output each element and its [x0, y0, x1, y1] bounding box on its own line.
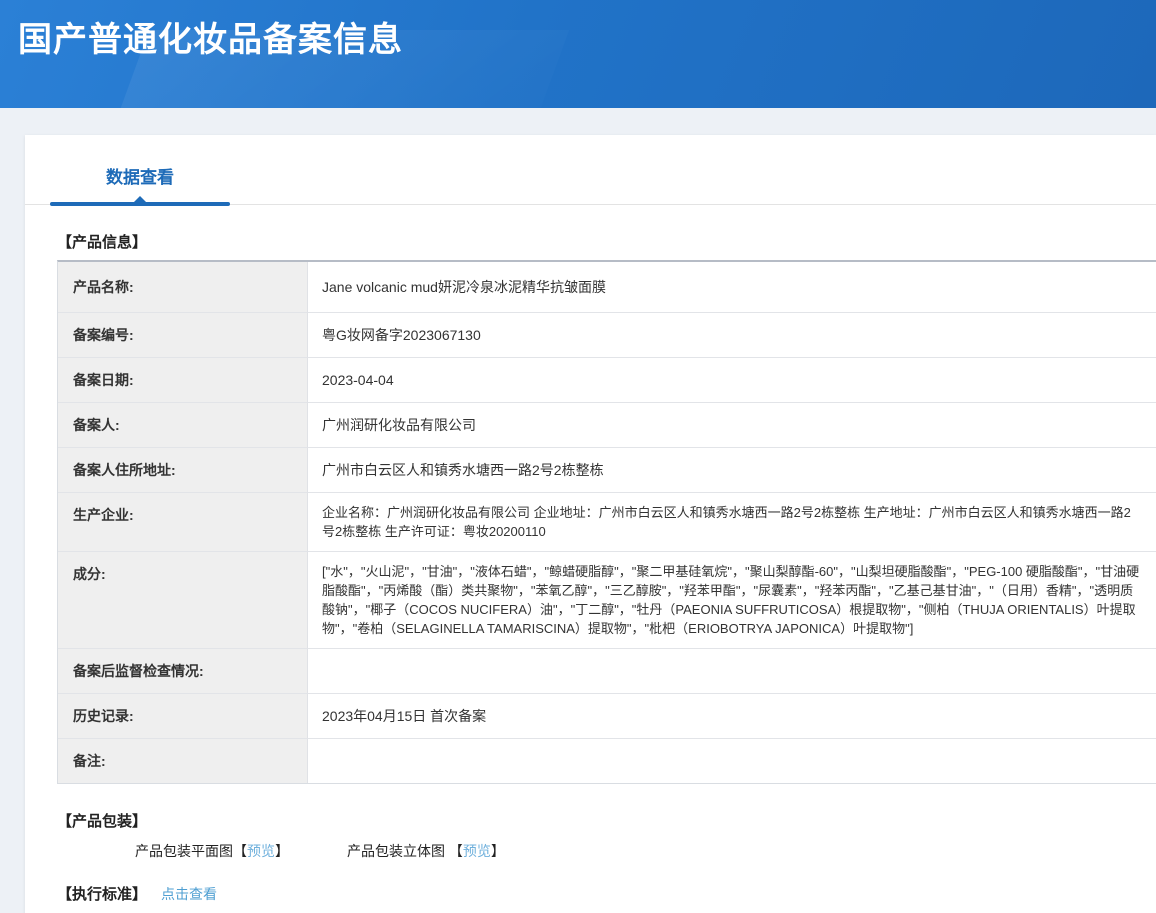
content-card: 数据查看 【产品信息】 产品名称: Jane volcanic mud妍泥冷泉冰…: [25, 135, 1156, 913]
packaging-links-row: 产品包装平面图【预览】 产品包装立体图 【预览】: [135, 841, 1156, 861]
row-label: 历史记录:: [58, 693, 308, 738]
product-info-table: 产品名称: Jane volcanic mud妍泥冷泉冰泥精华抗皱面膜 备案编号…: [57, 260, 1156, 784]
row-label: 备案人:: [58, 402, 308, 447]
row-label: 备注:: [58, 738, 308, 783]
row-label: 备案日期:: [58, 357, 308, 402]
row-value: [308, 648, 1156, 693]
table-row-supervision-check: 备案后监督检查情况:: [58, 648, 1156, 693]
packaging-flat-image-label: 产品包装平面图: [135, 843, 233, 859]
row-value: 企业名称：广州润研化妆品有限公司 企业地址：广州市白云区人和镇秀水塘西一路2号2…: [308, 492, 1156, 551]
standards-label: 【执行标准】: [57, 883, 147, 904]
table-row-registration-number: 备案编号: 粤G妆网备字2023067130: [58, 312, 1156, 357]
row-value: ["水"，"火山泥"，"甘油"，"液体石蜡"，"鲸蜡硬脂醇"，"聚二甲基硅氧烷"…: [308, 551, 1156, 648]
table-row-registrant-address: 备案人住所地址: 广州市白云区人和镇秀水塘西一路2号2栋整栋: [58, 447, 1156, 492]
row-value: 粤G妆网备字2023067130: [308, 312, 1156, 357]
row-value: [308, 738, 1156, 783]
table-row-ingredients: 成分: ["水"，"火山泥"，"甘油"，"液体石蜡"，"鲸蜡硬脂醇"，"聚二甲基…: [58, 551, 1156, 648]
product-info-section-title: 【产品信息】: [57, 231, 1156, 252]
row-value: 2023年04月15日 首次备案: [308, 693, 1156, 738]
packaging-section-title: 【产品包装】: [57, 810, 1156, 831]
row-label: 生产企业:: [58, 492, 308, 551]
row-label: 成分:: [58, 551, 308, 648]
packaging-3d-image-item: 产品包装立体图 【预览】: [347, 841, 505, 861]
tab-active-arrow-icon: [133, 196, 147, 203]
bracket-close: 】: [491, 843, 505, 859]
row-label: 产品名称:: [58, 262, 308, 312]
tab-data-view-label: 数据查看: [106, 168, 174, 187]
table-row-registrant: 备案人: 广州润研化妆品有限公司: [58, 402, 1156, 447]
packaging-flat-image-item: 产品包装平面图【预览】: [135, 841, 289, 861]
row-value: 广州市白云区人和镇秀水塘西一路2号2栋整栋: [308, 447, 1156, 492]
bracket-open: 【: [233, 843, 247, 859]
table-row-remarks: 备注:: [58, 738, 1156, 783]
packaging-3d-image-label: 产品包装立体图: [347, 843, 449, 859]
bracket-close: 】: [275, 843, 289, 859]
row-value: 2023-04-04: [308, 357, 1156, 402]
standards-view-link[interactable]: 点击查看: [161, 884, 217, 904]
page-banner: 国产普通化妆品备案信息: [0, 0, 1156, 108]
table-row-product-name: 产品名称: Jane volcanic mud妍泥冷泉冰泥精华抗皱面膜: [58, 262, 1156, 312]
standards-row: 【执行标准】 点击查看: [57, 883, 1156, 904]
tab-bar: 数据查看: [25, 135, 1156, 205]
table-row-registration-date: 备案日期: 2023-04-04: [58, 357, 1156, 402]
table-row-history: 历史记录: 2023年04月15日 首次备案: [58, 693, 1156, 738]
packaging-3d-image-preview-link[interactable]: 预览: [463, 843, 491, 859]
row-label: 备案人住所地址:: [58, 447, 308, 492]
row-value: Jane volcanic mud妍泥冷泉冰泥精华抗皱面膜: [308, 262, 1156, 312]
row-value: 广州润研化妆品有限公司: [308, 402, 1156, 447]
row-label: 备案编号:: [58, 312, 308, 357]
row-label: 备案后监督检查情况:: [58, 648, 308, 693]
packaging-flat-image-preview-link[interactable]: 预览: [247, 843, 275, 859]
table-row-manufacturer: 生产企业: 企业名称：广州润研化妆品有限公司 企业地址：广州市白云区人和镇秀水塘…: [58, 492, 1156, 551]
bracket-open: 【: [449, 843, 463, 859]
tab-data-view[interactable]: 数据查看: [50, 163, 230, 204]
page-title: 国产普通化妆品备案信息: [0, 0, 1156, 61]
